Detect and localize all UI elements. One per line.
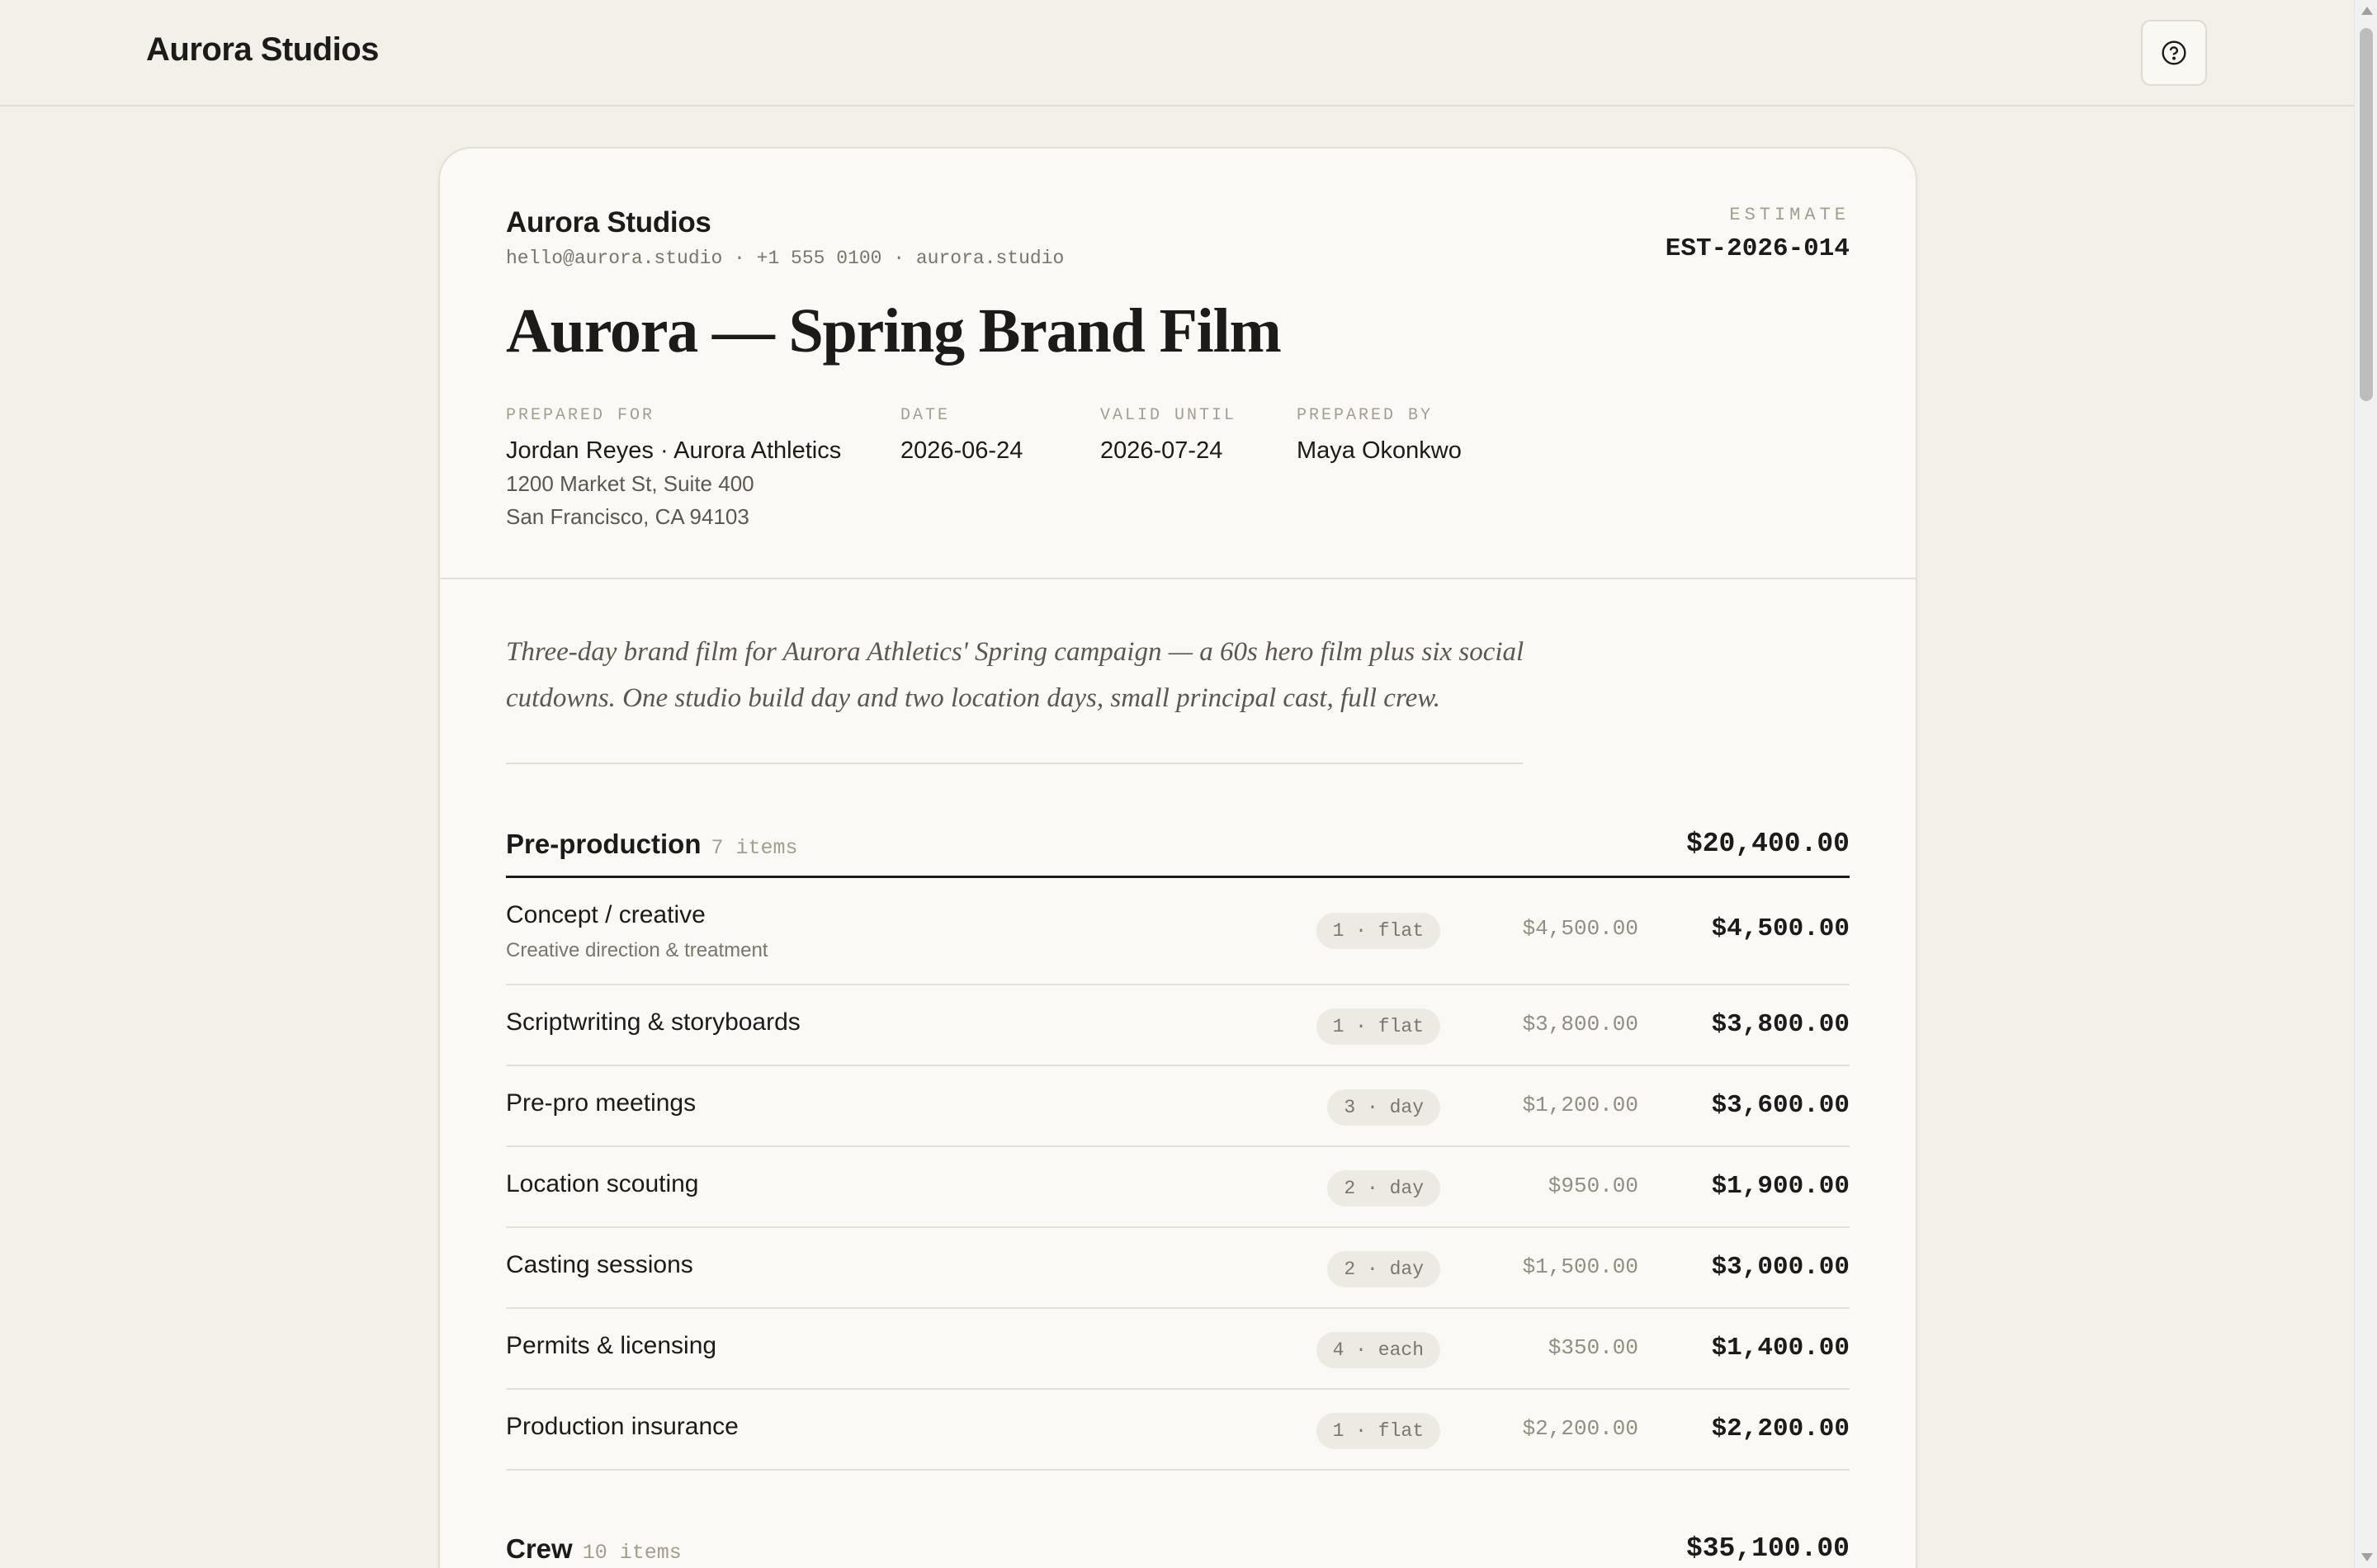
- item-amount: $3,600.00: [1711, 1091, 1850, 1120]
- item-quantity: 2 · day: [1327, 1251, 1440, 1287]
- item-name: Concept / creative: [506, 901, 706, 928]
- header-divider: [440, 578, 1916, 579]
- line-item: Scriptwriting & storyboards 1 · flat $3,…: [506, 985, 1850, 1066]
- scrollbar-thumb[interactable]: [2360, 28, 2373, 401]
- section-title: Pre-production: [506, 829, 702, 859]
- prepared-by: PREPARED BY Maya Okonkwo: [1297, 406, 1462, 467]
- question-circle-icon: [2162, 40, 2186, 65]
- section-header-crew: Crew 10 items $35,100.00: [506, 1517, 1850, 1568]
- line-item: Permits & licensing 4 · each $350.00 $1,…: [506, 1309, 1850, 1390]
- studio-contact: hello@aurora.studio · +1 555 0100 · auro…: [506, 248, 1065, 269]
- summary-divider: [506, 763, 1523, 764]
- item-name: Location scouting: [506, 1170, 699, 1197]
- client-address-line1: 1200 Market St, Suite 400: [506, 471, 754, 496]
- item-amount: $1,400.00: [1711, 1334, 1850, 1363]
- section-total: $20,400.00: [1685, 829, 1850, 859]
- item-rate: $1,500.00: [1522, 1254, 1638, 1279]
- brand-name: Aurora Studios: [146, 31, 379, 68]
- item-quantity: 2 · day: [1327, 1170, 1440, 1207]
- help-button[interactable]: [2141, 20, 2207, 86]
- item-amount: $3,800.00: [1711, 1010, 1850, 1039]
- prepared-for-value: Jordan Reyes · Aurora Athletics: [506, 437, 842, 464]
- item-amount: $4,500.00: [1711, 914, 1850, 943]
- item-name: Casting sessions: [506, 1251, 693, 1278]
- section-header-pre-production: Pre-production 7 items $20,400.00: [506, 812, 1850, 878]
- line-item: Location scouting 2 · day $950.00 $1,900…: [506, 1147, 1850, 1228]
- item-quantity: 1 · flat: [1316, 1413, 1440, 1449]
- date-value: 2026-06-24: [900, 437, 1023, 464]
- item-amount: $1,900.00: [1711, 1172, 1850, 1201]
- prepared-for-label: PREPARED FOR: [506, 406, 655, 425]
- project-summary: Three-day brand film for Aurora Athletic…: [506, 637, 1524, 713]
- item-name: Pre-pro meetings: [506, 1089, 697, 1117]
- item-rate: $350.00: [1548, 1335, 1638, 1360]
- estimate-date: DATE 2026-06-24: [900, 406, 1023, 467]
- estimate-label: ESTIMATE: [1729, 205, 1850, 225]
- line-item: Pre-pro meetings 3 · day $1,200.00 $3,60…: [506, 1066, 1850, 1147]
- prepared-for: PREPARED FOR Jordan Reyes · Aurora Athle…: [506, 406, 841, 533]
- prepared-by-label: PREPARED BY: [1297, 406, 1434, 425]
- item-quantity: 1 · flat: [1316, 1008, 1440, 1045]
- estimate-card: Aurora Studios hello@aurora.studio · +1 …: [438, 147, 1917, 1568]
- scroll-up-arrow-icon[interactable]: [2361, 7, 2373, 15]
- item-rate: $1,200.00: [1522, 1093, 1638, 1117]
- section-count: 7 items: [711, 836, 798, 860]
- valid-until-value: 2026-07-24: [1100, 437, 1223, 464]
- item-name: Scriptwriting & storyboards: [506, 1008, 801, 1036]
- item-amount: $2,200.00: [1711, 1415, 1850, 1443]
- item-name: Permits & licensing: [506, 1332, 717, 1359]
- date-label: DATE: [900, 406, 951, 425]
- valid-until-label: VALID UNTIL: [1100, 406, 1237, 425]
- client-address-line2: San Francisco, CA 94103: [506, 504, 749, 529]
- line-item: Concept / creative Creative direction & …: [506, 878, 1850, 985]
- estimate-number: EST-2026-014: [1665, 234, 1850, 263]
- valid-until: VALID UNTIL 2026-07-24: [1100, 406, 1236, 467]
- top-bar: Aurora Studios: [0, 0, 2354, 106]
- item-rate: $3,800.00: [1522, 1012, 1638, 1037]
- item-quantity: 4 · each: [1316, 1332, 1440, 1368]
- section-total: $35,100.00: [1685, 1533, 1850, 1564]
- section-title: Crew: [506, 1533, 573, 1564]
- project-title: Aurora — Spring Brand Film: [506, 296, 1282, 366]
- item-quantity: 3 · day: [1327, 1089, 1440, 1126]
- item-quantity: 1 · flat: [1316, 913, 1440, 949]
- item-description: Creative direction & treatment: [506, 939, 768, 961]
- scroll-down-arrow-icon[interactable]: [2361, 1553, 2373, 1561]
- page-scrollbar[interactable]: [2354, 0, 2377, 1568]
- line-items-pre-production: Concept / creative Creative direction & …: [506, 878, 1850, 1471]
- section-count: 10 items: [582, 1541, 682, 1565]
- studio-name: Aurora Studios: [506, 206, 711, 239]
- item-rate: $2,200.00: [1522, 1416, 1638, 1441]
- item-name: Production insurance: [506, 1413, 739, 1440]
- item-rate: $4,500.00: [1522, 916, 1638, 941]
- item-amount: $3,000.00: [1711, 1253, 1850, 1282]
- line-item: Production insurance 1 · flat $2,200.00 …: [506, 1390, 1850, 1471]
- prepared-by-value: Maya Okonkwo: [1297, 437, 1462, 464]
- line-item: Casting sessions 2 · day $1,500.00 $3,00…: [506, 1228, 1850, 1309]
- item-rate: $950.00: [1548, 1174, 1638, 1198]
